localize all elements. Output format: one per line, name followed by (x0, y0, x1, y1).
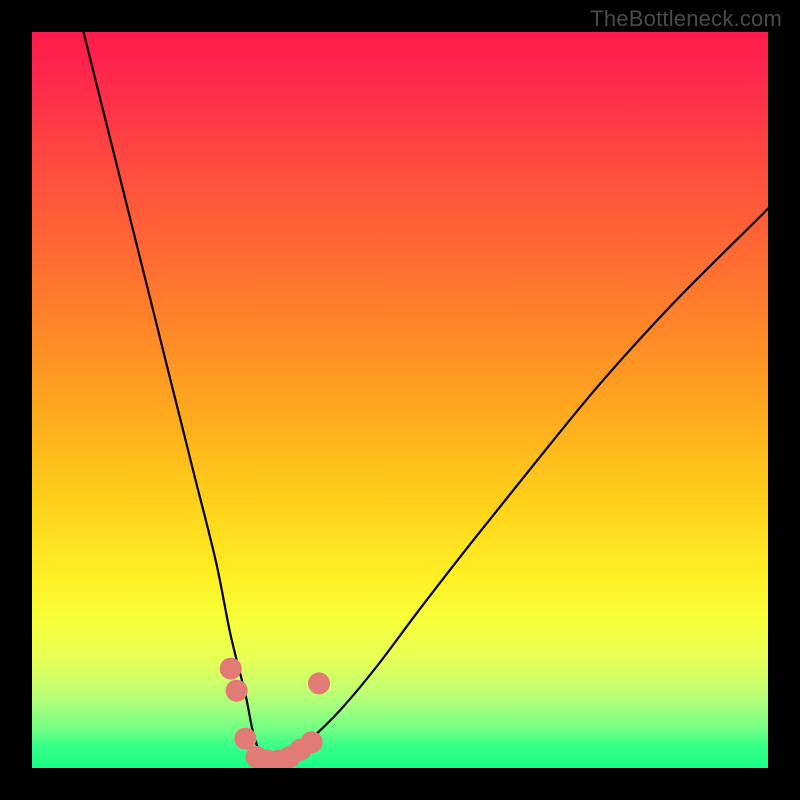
chart-svg (32, 32, 768, 768)
marker-dot (301, 731, 323, 753)
watermark-text: TheBottleneck.com (590, 6, 782, 32)
marker-dot (220, 658, 242, 680)
marker-dot (226, 680, 248, 702)
marker-dot (234, 728, 256, 750)
plot-area (32, 32, 768, 768)
marker-dot (308, 672, 330, 694)
chart-frame: TheBottleneck.com (0, 0, 800, 800)
bottleneck-curve (84, 32, 769, 762)
highlighted-points (220, 658, 330, 768)
